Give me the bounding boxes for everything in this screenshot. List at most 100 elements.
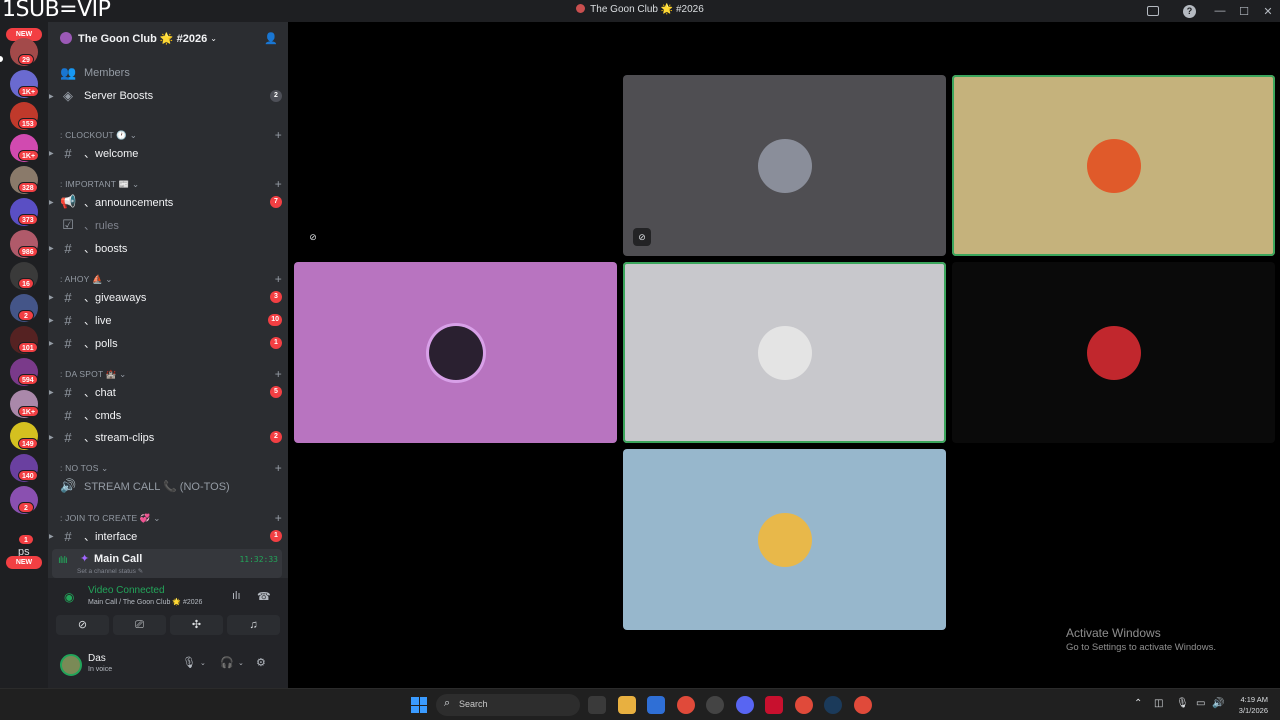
channel-stream-clips[interactable]: ▶ # 、stream-clips 2 <box>49 427 282 447</box>
server-name: The Goon Club 🌟 #2026 <box>78 32 208 45</box>
headphones-icon[interactable]: 🎧 <box>220 656 234 669</box>
channel-polls[interactable]: ▶ # 、polls 1 <box>49 333 282 353</box>
gear-icon[interactable]: ⚙ <box>256 656 266 669</box>
maximize-button[interactable]: ☐ <box>1232 5 1256 18</box>
channel-stream-call[interactable]: 🔊 STREAM CALL 📞 (NO-TOS) <box>56 476 282 496</box>
add-channel-icon[interactable]: + <box>275 461 282 475</box>
chevron-down-icon[interactable]: ⌄ <box>200 659 206 667</box>
screen-share-button[interactable]: ⎚ <box>113 615 166 635</box>
channel-label: 、announcements <box>84 197 174 209</box>
store-icon[interactable] <box>647 696 665 714</box>
add-channel-icon[interactable]: + <box>275 177 282 191</box>
channel-interface[interactable]: ▶ # 、interface 1 <box>49 526 282 546</box>
channel-giveaways[interactable]: ▶ # 、giveaways 3 <box>49 287 282 307</box>
rules-icon: ☑ <box>62 217 74 232</box>
channel-label: 、welcome <box>84 148 139 160</box>
camera-off-button[interactable]: ⊘ <box>56 615 109 635</box>
chrome-icon[interactable] <box>854 696 872 714</box>
taskbar-search[interactable]: ⌕ Search <box>436 694 580 716</box>
category-label: : AHOY ⛵ <box>60 274 103 284</box>
channel-announcements[interactable]: ▶ 📢 、announcements 7 <box>49 192 282 212</box>
channel-boosts[interactable]: ▶ # 、boosts <box>49 238 282 258</box>
noise-suppression-icon[interactable]: ılı <box>232 590 241 602</box>
video-tile[interactable] <box>623 262 946 443</box>
invite-icon[interactable]: 👤 <box>264 32 278 45</box>
taskbar-clock[interactable]: 4:19 AM 3/1/2026 <box>1239 694 1268 716</box>
category-no-tos[interactable]: : NO TOS ⌄ + <box>60 461 282 477</box>
help-icon[interactable]: ? <box>1183 4 1196 18</box>
app-icon[interactable] <box>706 696 724 714</box>
chrome-icon[interactable] <box>677 696 695 714</box>
voice-channel-main-call[interactable]: ıIıIı ✦ Main Call Set a channel status ✎… <box>52 549 282 578</box>
boost-icon: ◈ <box>63 88 73 103</box>
category-ahoy[interactable]: : AHOY ⛵ ⌄ + <box>60 272 282 288</box>
inbox-icon[interactable] <box>1147 6 1159 16</box>
soundboard-button[interactable]: ♫ <box>227 615 280 635</box>
channel-rules[interactable]: ☑ 、rules <box>56 215 282 235</box>
channel-chat[interactable]: ▶ # 、chat 5 <box>49 382 282 402</box>
hash-icon: # <box>64 407 72 423</box>
channel-label: 、boosts <box>84 243 128 255</box>
channel-label: 、polls <box>84 338 118 350</box>
server-header[interactable]: The Goon Club 🌟 #2026 ⌄ 👤 <box>48 22 288 54</box>
channel-welcome[interactable]: ▶ # 、welcome <box>49 143 282 163</box>
category-da-spot[interactable]: : DA SPOT 🏰 ⌄ + <box>60 367 282 383</box>
video-tile[interactable] <box>952 262 1275 443</box>
signal-icon[interactable]: ◉ <box>64 590 74 604</box>
chevron-right-icon: ▶ <box>49 434 54 441</box>
chevron-up-icon[interactable]: ⌃ <box>1134 698 1142 709</box>
activities-button[interactable]: ✣ <box>170 615 223 635</box>
network-icon[interactable]: ◫ <box>1154 698 1163 709</box>
server-badge: 1K+ <box>18 150 40 161</box>
avatar <box>1086 325 1141 380</box>
server-badge: 2 <box>18 310 34 321</box>
category-label: : NO TOS <box>60 463 99 473</box>
display-icon[interactable]: ▭ <box>1196 698 1205 709</box>
task-view-icon[interactable] <box>588 696 606 714</box>
volume-icon[interactable]: 🔊 <box>1212 698 1224 709</box>
sidebar-item-members[interactable]: 👥 Members <box>56 63 282 83</box>
sidebar-item-server-boosts[interactable]: ▶ ◈ Server Boosts 2 <box>49 86 282 106</box>
microphone-icon[interactable]: 🎙 <box>182 656 196 669</box>
server-badge: 1K+ <box>18 86 40 97</box>
channel-label: 、giveaways <box>84 292 147 304</box>
discord-icon[interactable] <box>736 696 754 714</box>
video-stage: ⊘ ⊘ <box>288 22 1280 688</box>
windows-start-icon[interactable] <box>411 697 427 713</box>
server-badge: 149 <box>18 438 38 449</box>
add-channel-icon[interactable]: + <box>275 128 282 142</box>
avatar[interactable] <box>60 654 82 676</box>
video-tile[interactable] <box>623 449 946 630</box>
close-button[interactable]: ✕ <box>1256 5 1280 18</box>
category-join-to-create[interactable]: : JOIN TO CREATE 💞 ⌄ + <box>60 511 282 527</box>
category-clockout[interactable]: : CLOCKOUT 🕐 ⌄ + <box>60 128 282 144</box>
chevron-down-icon: ⌄ <box>210 33 217 43</box>
channel-cmds[interactable]: # 、cmds <box>56 405 282 425</box>
add-channel-icon[interactable]: + <box>275 367 282 381</box>
disconnect-icon[interactable]: ☎ <box>257 590 271 603</box>
channel-live[interactable]: ▶ # 、live 10 <box>49 310 282 330</box>
add-channel-icon[interactable]: + <box>275 511 282 525</box>
overlay-caption: 1SUB=VIP <box>2 0 111 22</box>
file-explorer-icon[interactable] <box>618 696 636 714</box>
category-important[interactable]: : IMPORTANT 📰 ⌄ + <box>60 177 282 193</box>
steam-icon[interactable] <box>824 696 842 714</box>
hash-icon: # <box>64 145 72 161</box>
video-tile[interactable] <box>952 75 1275 256</box>
video-tile[interactable] <box>294 262 617 443</box>
adobe-icon[interactable] <box>765 696 783 714</box>
unread-pill <box>0 56 3 62</box>
chevron-right-icon: ▶ <box>49 199 54 206</box>
taskbar: ⌕ Search ⌃ ◫ 🎙 ▭ 🔊 4:19 AM 3/1/2026 <box>0 688 1280 720</box>
video-tile[interactable]: ⊘ <box>294 75 617 256</box>
voice-status-subtitle[interactable]: Main Call / The Goon Club 🌟 #2026 <box>88 598 202 606</box>
minimize-button[interactable]: — <box>1208 5 1232 17</box>
chrome-icon[interactable] <box>795 696 813 714</box>
video-tile[interactable]: ⊘ <box>623 75 946 256</box>
chevron-down-icon[interactable]: ⌄ <box>238 659 244 667</box>
add-channel-icon[interactable]: + <box>275 272 282 286</box>
server-badge: 328 <box>18 182 38 193</box>
channel-status[interactable]: Set a channel status ✎ <box>77 567 143 575</box>
microphone-icon[interactable]: 🎙 <box>1176 698 1189 709</box>
server-badge: 2 <box>18 502 34 513</box>
